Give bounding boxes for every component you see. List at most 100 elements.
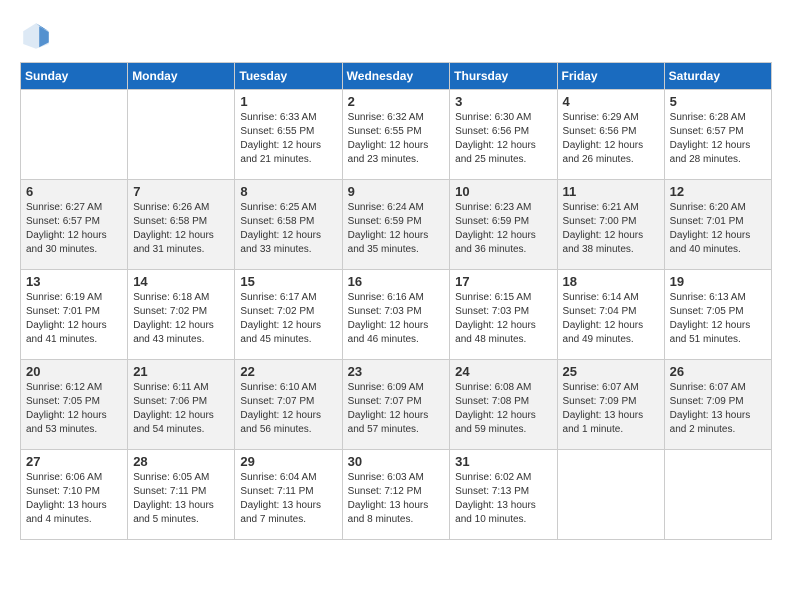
day-number: 6 (26, 184, 122, 199)
calendar-cell: 28 Sunrise: 6:05 AM Sunset: 7:11 PM Dayli… (128, 450, 235, 540)
day-info: Sunrise: 6:06 AM Sunset: 7:10 PM Dayligh… (26, 471, 122, 527)
calendar-cell: 23 Sunrise: 6:09 AM Sunset: 7:07 PM Dayli… (342, 360, 450, 450)
day-number: 18 (563, 274, 659, 289)
calendar-cell: 7 Sunrise: 6:26 AM Sunset: 6:58 PM Daylig… (128, 180, 235, 270)
day-number: 22 (240, 364, 336, 379)
day-number: 2 (348, 94, 445, 109)
day-number: 14 (133, 274, 229, 289)
calendar-cell: 25 Sunrise: 6:07 AM Sunset: 7:09 PM Dayli… (557, 360, 664, 450)
day-info: Sunrise: 6:11 AM Sunset: 7:06 PM Dayligh… (133, 381, 229, 437)
day-header-sunday: Sunday (21, 63, 128, 90)
calendar-cell: 22 Sunrise: 6:10 AM Sunset: 7:07 PM Dayli… (235, 360, 342, 450)
calendar-cell: 17 Sunrise: 6:15 AM Sunset: 7:03 PM Dayli… (450, 270, 557, 360)
calendar-cell: 5Sunrise: 6:28 AM Sunset: 6:57 PM Daylig… (664, 90, 771, 180)
day-number: 3 (455, 94, 551, 109)
logo (20, 20, 56, 52)
day-number: 31 (455, 454, 551, 469)
day-info: Sunrise: 6:16 AM Sunset: 7:03 PM Dayligh… (348, 291, 445, 347)
day-number: 24 (455, 364, 551, 379)
day-number: 7 (133, 184, 229, 199)
day-number: 20 (26, 364, 122, 379)
day-info: Sunrise: 6:23 AM Sunset: 6:59 PM Dayligh… (455, 201, 551, 257)
day-number: 26 (670, 364, 766, 379)
day-info: Sunrise: 6:26 AM Sunset: 6:58 PM Dayligh… (133, 201, 229, 257)
day-info: Sunrise: 6:15 AM Sunset: 7:03 PM Dayligh… (455, 291, 551, 347)
calendar-cell: 4 Sunrise: 6:29 AM Sunset: 6:56 PM Daylig… (557, 90, 664, 180)
day-info: Sunrise: 6:13 AM Sunset: 7:05 PM Dayligh… (670, 291, 766, 347)
day-info: Sunrise: 6:20 AM Sunset: 7:01 PM Dayligh… (670, 201, 766, 257)
day-number: 10 (455, 184, 551, 199)
day-info: Sunrise: 6:09 AM Sunset: 7:07 PM Dayligh… (348, 381, 445, 437)
day-info: Sunrise: 6:14 AM Sunset: 7:04 PM Dayligh… (563, 291, 659, 347)
day-info: Sunrise: 6:21 AM Sunset: 7:00 PM Dayligh… (563, 201, 659, 257)
day-info: Sunrise: 6:19 AM Sunset: 7:01 PM Dayligh… (26, 291, 122, 347)
day-header-wednesday: Wednesday (342, 63, 450, 90)
day-header-monday: Monday (128, 63, 235, 90)
calendar-cell: 31 Sunrise: 6:02 AM Sunset: 7:13 PM Dayli… (450, 450, 557, 540)
day-info: Sunrise: 6:24 AM Sunset: 6:59 PM Dayligh… (348, 201, 445, 257)
day-number: 21 (133, 364, 229, 379)
day-number: 30 (348, 454, 445, 469)
calendar-cell (664, 450, 771, 540)
day-number: 9 (348, 184, 445, 199)
day-number: 23 (348, 364, 445, 379)
calendar-cell: 16 Sunrise: 6:16 AM Sunset: 7:03 PM Dayli… (342, 270, 450, 360)
day-header-thursday: Thursday (450, 63, 557, 90)
day-number: 12 (670, 184, 766, 199)
day-number: 13 (26, 274, 122, 289)
day-number: 25 (563, 364, 659, 379)
day-number: 15 (240, 274, 336, 289)
day-number: 28 (133, 454, 229, 469)
calendar-cell: 19 Sunrise: 6:13 AM Sunset: 7:05 PM Dayli… (664, 270, 771, 360)
calendar-cell: 20 Sunrise: 6:12 AM Sunset: 7:05 PM Dayli… (21, 360, 128, 450)
calendar-cell (557, 450, 664, 540)
calendar-cell: 30 Sunrise: 6:03 AM Sunset: 7:12 PM Dayli… (342, 450, 450, 540)
day-number: 1 (240, 94, 336, 109)
day-info: Sunrise: 6:33 AM Sunset: 6:55 PM Dayligh… (240, 111, 336, 167)
calendar-cell (128, 90, 235, 180)
calendar-cell: 11 Sunrise: 6:21 AM Sunset: 7:00 PM Dayli… (557, 180, 664, 270)
day-number: 4 (563, 94, 659, 109)
day-info: Sunrise: 6:12 AM Sunset: 7:05 PM Dayligh… (26, 381, 122, 437)
day-info: Sunrise: 6:08 AM Sunset: 7:08 PM Dayligh… (455, 381, 551, 437)
day-number: 29 (240, 454, 336, 469)
day-number: 8 (240, 184, 336, 199)
calendar-cell: 2 Sunrise: 6:32 AM Sunset: 6:55 PM Daylig… (342, 90, 450, 180)
calendar-week-row: 13 Sunrise: 6:19 AM Sunset: 7:01 PM Dayli… (21, 270, 772, 360)
calendar-cell: 24 Sunrise: 6:08 AM Sunset: 7:08 PM Dayli… (450, 360, 557, 450)
day-info: Sunrise: 6:30 AM Sunset: 6:56 PM Dayligh… (455, 111, 551, 167)
day-info: Sunrise: 6:27 AM Sunset: 6:57 PM Dayligh… (26, 201, 122, 257)
day-number: 5 (670, 94, 766, 109)
day-info: Sunrise: 6:25 AM Sunset: 6:58 PM Dayligh… (240, 201, 336, 257)
calendar-cell: 12 Sunrise: 6:20 AM Sunset: 7:01 PM Dayli… (664, 180, 771, 270)
logo-icon (20, 20, 52, 52)
calendar-cell: 18 Sunrise: 6:14 AM Sunset: 7:04 PM Dayli… (557, 270, 664, 360)
day-info: Sunrise: 6:04 AM Sunset: 7:11 PM Dayligh… (240, 471, 336, 527)
day-number: 11 (563, 184, 659, 199)
calendar-week-row: 1 Sunrise: 6:33 AM Sunset: 6:55 PM Daylig… (21, 90, 772, 180)
calendar-cell: 9 Sunrise: 6:24 AM Sunset: 6:59 PM Daylig… (342, 180, 450, 270)
day-number: 17 (455, 274, 551, 289)
day-info: Sunrise: 6:03 AM Sunset: 7:12 PM Dayligh… (348, 471, 445, 527)
day-header-saturday: Saturday (664, 63, 771, 90)
day-info: Sunrise: 6:18 AM Sunset: 7:02 PM Dayligh… (133, 291, 229, 347)
day-info: Sunrise: 6:02 AM Sunset: 7:13 PM Dayligh… (455, 471, 551, 527)
day-info: Sunrise: 6:05 AM Sunset: 7:11 PM Dayligh… (133, 471, 229, 527)
day-info: Sunrise: 6:32 AM Sunset: 6:55 PM Dayligh… (348, 111, 445, 167)
day-header-tuesday: Tuesday (235, 63, 342, 90)
day-number: 19 (670, 274, 766, 289)
calendar-week-row: 27Sunrise: 6:06 AM Sunset: 7:10 PM Dayli… (21, 450, 772, 540)
day-info: Sunrise: 6:29 AM Sunset: 6:56 PM Dayligh… (563, 111, 659, 167)
calendar-cell: 14 Sunrise: 6:18 AM Sunset: 7:02 PM Dayli… (128, 270, 235, 360)
header (20, 20, 772, 52)
calendar-cell: 10 Sunrise: 6:23 AM Sunset: 6:59 PM Dayli… (450, 180, 557, 270)
calendar-cell: 21 Sunrise: 6:11 AM Sunset: 7:06 PM Dayli… (128, 360, 235, 450)
calendar-cell: 29 Sunrise: 6:04 AM Sunset: 7:11 PM Dayli… (235, 450, 342, 540)
day-info: Sunrise: 6:10 AM Sunset: 7:07 PM Dayligh… (240, 381, 336, 437)
day-number: 16 (348, 274, 445, 289)
day-info: Sunrise: 6:07 AM Sunset: 7:09 PM Dayligh… (670, 381, 766, 437)
calendar-week-row: 20 Sunrise: 6:12 AM Sunset: 7:05 PM Dayli… (21, 360, 772, 450)
calendar-week-row: 6 Sunrise: 6:27 AM Sunset: 6:57 PM Daylig… (21, 180, 772, 270)
calendar-cell: 6 Sunrise: 6:27 AM Sunset: 6:57 PM Daylig… (21, 180, 128, 270)
day-info: Sunrise: 6:07 AM Sunset: 7:09 PM Dayligh… (563, 381, 659, 437)
